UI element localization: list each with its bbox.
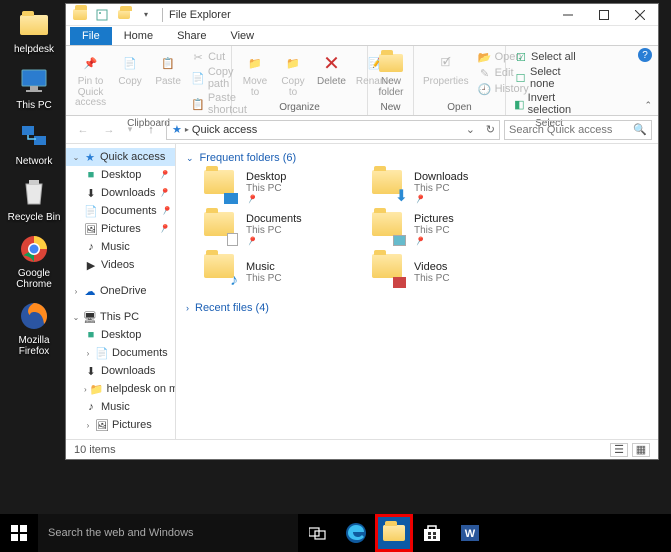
nav-desktop[interactable]: ■Desktop📍	[66, 166, 175, 184]
pin-to-quick-access[interactable]: 📌Pin to Quick access	[72, 48, 109, 111]
tab-file[interactable]: File	[70, 27, 112, 45]
desktop-icon-network[interactable]: Network	[3, 117, 65, 173]
window-title: File Explorer	[169, 9, 231, 21]
copy-to-button[interactable]: 📁Copy to	[276, 48, 310, 100]
desktop-icon-chrome[interactable]: Google Chrome	[3, 229, 65, 296]
maximize-button[interactable]	[586, 4, 622, 26]
menubar: File Home Share View	[66, 26, 658, 46]
taskbar-edge[interactable]	[337, 514, 375, 552]
nav-videos[interactable]: ▶Videos	[66, 256, 175, 274]
folder-music[interactable]: ♪MusicThis PC	[204, 254, 354, 290]
nav-tp-desktop[interactable]: ■Desktop	[66, 326, 175, 344]
refresh-icon[interactable]: ↻	[486, 123, 495, 136]
nav-tp-helpdesk[interactable]: ›📁helpdesk on my	[66, 380, 175, 398]
nav-quick-access[interactable]: ⌄★Quick access	[66, 148, 175, 166]
search-icon[interactable]: 🔍	[633, 123, 647, 136]
collapse-ribbon[interactable]: ⌃	[644, 100, 652, 111]
close-button[interactable]	[622, 4, 658, 26]
status-bar: 10 items ☰ ▦	[66, 439, 658, 459]
folder-downloads[interactable]: ⬇DownloadsThis PC📍	[372, 170, 522, 206]
nav-onedrive[interactable]: ›☁OneDrive	[66, 282, 175, 300]
taskbar: Search the web and Windows W	[0, 514, 671, 552]
delete-button[interactable]: ✕Delete	[314, 48, 349, 90]
desktop-icon-helpdesk[interactable]: helpdesk	[3, 5, 65, 61]
desktop-icon-recycle-bin[interactable]: Recycle Bin	[3, 173, 65, 229]
new-group-label: New	[374, 101, 407, 115]
file-explorer-window: ▾ File Explorer File Home Share View ? ⌃…	[65, 3, 659, 460]
pin-icon: 📍	[158, 203, 173, 218]
task-view-button[interactable]	[299, 514, 337, 552]
taskbar-search[interactable]: Search the web and Windows	[38, 514, 298, 552]
nav-pictures[interactable]: 🖼Pictures📍	[66, 220, 175, 238]
tab-share[interactable]: Share	[165, 27, 218, 45]
ribbon: ? ⌃ 📌Pin to Quick access 📄Copy 📋Paste ✂C…	[66, 46, 658, 116]
nav-downloads[interactable]: ⬇Downloads📍	[66, 184, 175, 202]
icons-view-button[interactable]: ▦	[632, 443, 650, 457]
new-folder-button[interactable]: New folder	[374, 48, 408, 100]
start-button[interactable]	[0, 514, 38, 552]
content-area: ⌄Frequent folders (6) DesktopThis PC📍 ⬇D…	[176, 144, 658, 439]
pin-icon: 📍	[156, 185, 171, 200]
tab-view[interactable]: View	[218, 27, 266, 45]
qat-customize[interactable]: ▾	[136, 6, 156, 24]
navigation-pane[interactable]: ⌄★Quick access ■Desktop📍 ⬇Downloads📍 📄Do…	[66, 144, 176, 439]
open-group-label: Open	[420, 101, 499, 115]
nav-music[interactable]: ♪Music	[66, 238, 175, 256]
nav-tp-documents[interactable]: ›📄Documents	[66, 344, 175, 362]
nav-this-pc[interactable]: ⌄🖥This PC	[66, 308, 175, 326]
nav-tp-music[interactable]: ♪Music	[66, 398, 175, 416]
frequent-folders-header[interactable]: ⌄Frequent folders (6)	[186, 150, 648, 166]
chevron-down-icon[interactable]: ⌄	[466, 123, 475, 136]
organize-group-label: Organize	[238, 101, 361, 115]
svg-text:W: W	[465, 528, 476, 540]
desktop-icons: helpdesk This PC Network Recycle Bin Goo…	[3, 5, 65, 363]
folder-desktop[interactable]: DesktopThis PC📍	[204, 170, 354, 206]
item-count: 10 items	[74, 444, 116, 456]
folder-icon	[70, 6, 90, 24]
properties-button[interactable]: 🗹Properties	[420, 48, 472, 90]
qat-properties[interactable]	[92, 6, 112, 24]
frequent-folders: DesktopThis PC📍 ⬇DownloadsThis PC📍 Docum…	[186, 166, 648, 300]
minimize-button[interactable]	[550, 4, 586, 26]
folder-videos[interactable]: VideosThis PC	[372, 254, 522, 290]
tab-home[interactable]: Home	[112, 27, 165, 45]
desktop-icon-firefox[interactable]: Mozilla Firefox	[3, 296, 65, 363]
search-box[interactable]: 🔍	[504, 120, 652, 140]
taskbar-word[interactable]: W	[451, 514, 489, 552]
qat-new-folder[interactable]	[114, 6, 134, 24]
move-to-button[interactable]: 📁Move to	[238, 48, 272, 100]
nav-tp-pictures[interactable]: ›🖼Pictures	[66, 416, 175, 434]
select-all-button[interactable]: ☑Select all	[512, 49, 586, 65]
titlebar: ▾ File Explorer	[66, 4, 658, 26]
breadcrumb-bar[interactable]: ★▸Quick access ⌄ ↻	[166, 120, 500, 140]
nav-tp-downloads[interactable]: ⬇Downloads	[66, 362, 175, 380]
select-none-button[interactable]: ☐Select none	[512, 65, 586, 91]
folder-documents[interactable]: DocumentsThis PC📍	[204, 212, 354, 248]
desktop-icon-this-pc[interactable]: This PC	[3, 61, 65, 117]
invert-selection-button[interactable]: ◧Invert selection	[512, 91, 586, 117]
copy-button[interactable]: 📄Copy	[113, 48, 147, 90]
pin-icon: 📍	[156, 221, 171, 236]
taskbar-file-explorer[interactable]	[375, 514, 413, 552]
pin-icon: 📍	[156, 167, 171, 182]
paste-button[interactable]: 📋Paste	[151, 48, 185, 90]
help-icon[interactable]: ?	[638, 48, 652, 62]
taskbar-store[interactable]	[413, 514, 451, 552]
folder-pictures[interactable]: PicturesThis PC📍	[372, 212, 522, 248]
breadcrumb-quick-access: ★▸Quick access	[169, 123, 260, 136]
recent-files-header[interactable]: ›Recent files (4)	[186, 300, 648, 316]
search-input[interactable]	[509, 124, 647, 136]
nav-documents[interactable]: 📄Documents📍	[66, 202, 175, 220]
details-view-button[interactable]: ☰	[610, 443, 628, 457]
